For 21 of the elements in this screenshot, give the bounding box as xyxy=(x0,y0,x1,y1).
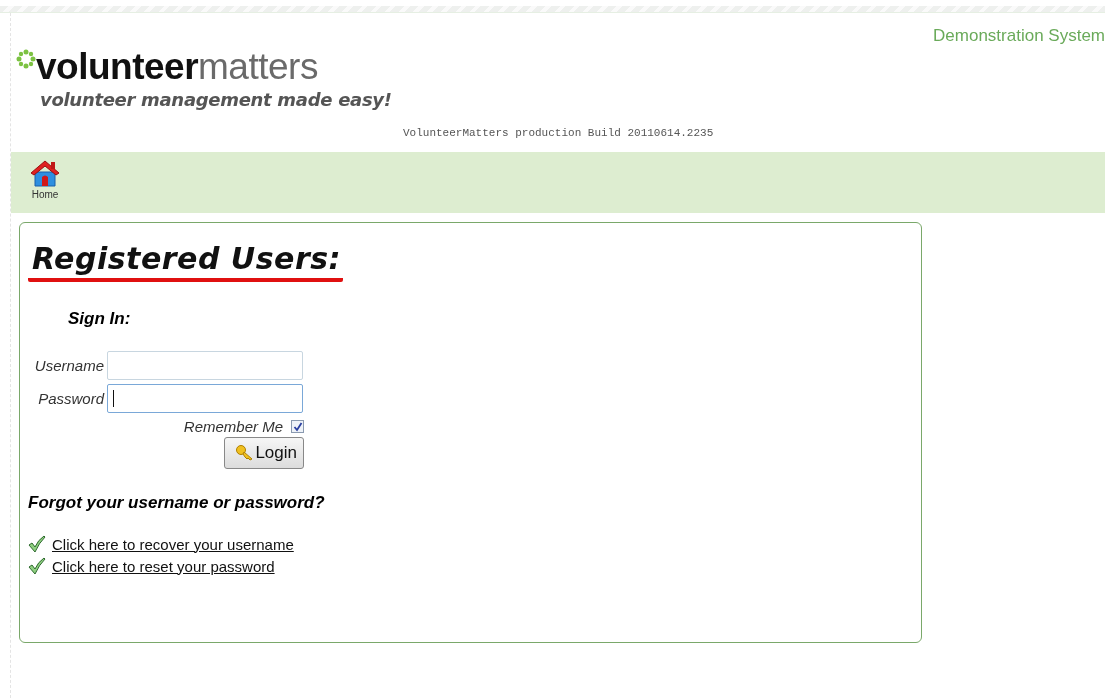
login-button[interactable]: Login xyxy=(224,437,304,469)
help-link[interactable]: Click here to reset your password xyxy=(52,557,275,575)
help-link[interactable]: Click here to recover your username xyxy=(52,535,294,553)
input-field[interactable] xyxy=(107,351,303,380)
logo[interactable]: volunteermatters xyxy=(36,47,318,87)
field-label: Username xyxy=(33,357,104,374)
tagline: volunteer management made easy! xyxy=(40,89,393,110)
form-heading: Sign In: xyxy=(68,309,132,329)
help-heading: Forgot your username or password? xyxy=(28,493,326,513)
build-info: VolunteerMatters production Build 20110614.2235 xyxy=(403,127,714,139)
checkmark-icon xyxy=(28,535,46,553)
checkmark-icon xyxy=(28,557,46,575)
checkbox-label: Remember Me xyxy=(183,418,283,435)
checkbox[interactable] xyxy=(291,420,304,433)
nav-link[interactable]: Home xyxy=(31,189,59,200)
system-name: Demonstration System xyxy=(933,26,1105,46)
section-heading: Registered Users: xyxy=(32,241,342,276)
flower-icon xyxy=(16,49,36,69)
field-label: Password xyxy=(37,390,104,407)
house-icon[interactable] xyxy=(29,158,61,188)
input-field[interactable] xyxy=(107,384,303,413)
